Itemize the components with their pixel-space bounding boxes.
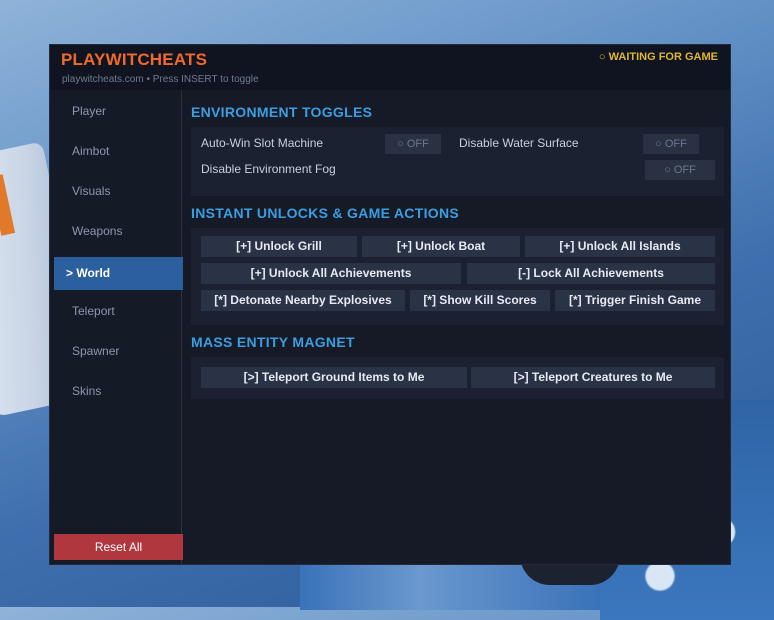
- teleport-creatures-button[interactable]: [>] Teleport Creatures to Me: [471, 367, 715, 388]
- toggle-label-water-surface: Disable Water Surface: [459, 136, 579, 150]
- unlock-all-achievements-button[interactable]: [+] Unlock All Achievements: [201, 263, 461, 284]
- section-title-unlocks: INSTANT UNLOCKS & GAME ACTIONS: [191, 205, 459, 221]
- section-title-environment: ENVIRONMENT TOGGLES: [191, 104, 373, 120]
- game-status: ○ WAITING FOR GAME: [598, 51, 718, 63]
- sidebar-item-player[interactable]: Player: [54, 95, 183, 128]
- unlock-all-islands-button[interactable]: [+] Unlock All Islands: [525, 236, 715, 257]
- sidebar-item-visuals[interactable]: Visuals: [54, 175, 183, 208]
- cheat-menu-window: PLAYWITCHEATS playwitcheats.com • Press …: [49, 44, 731, 565]
- toggle-environment-fog[interactable]: ○ OFF: [645, 160, 715, 180]
- teleport-ground-items-button[interactable]: [>] Teleport Ground Items to Me: [201, 367, 467, 388]
- sidebar-item-spawner[interactable]: Spawner: [54, 335, 183, 368]
- sidebar-item-teleport[interactable]: Teleport: [54, 295, 183, 328]
- sidebar-item-skins[interactable]: Skins: [54, 375, 183, 408]
- section-title-magnet: MASS ENTITY MAGNET: [191, 334, 355, 350]
- show-kill-scores-button[interactable]: [*] Show Kill Scores: [410, 290, 550, 311]
- sidebar-item-aimbot[interactable]: Aimbot: [54, 135, 183, 168]
- reset-all-button[interactable]: Reset All: [54, 534, 183, 560]
- brand-title: PLAYWITCHEATS: [61, 50, 208, 69]
- sidebar: Player Aimbot Visuals Weapons > World Te…: [50, 91, 183, 564]
- toggle-slot-machine[interactable]: ○ OFF: [385, 134, 441, 154]
- unlock-boat-button[interactable]: [+] Unlock Boat: [362, 236, 520, 257]
- toggle-hint: playwitcheats.com • Press INSERT to togg…: [62, 74, 259, 85]
- unlock-grill-button[interactable]: [+] Unlock Grill: [201, 236, 357, 257]
- toggle-label-slot-machine: Auto-Win Slot Machine: [201, 136, 324, 150]
- toggle-label-environment-fog: Disable Environment Fog: [201, 162, 336, 176]
- detonate-explosives-button[interactable]: [*] Detonate Nearby Explosives: [201, 290, 405, 311]
- sidebar-item-world[interactable]: > World: [54, 257, 183, 290]
- trigger-finish-game-button[interactable]: [*] Trigger Finish Game: [555, 290, 715, 311]
- magnet-box: [>] Teleport Ground Items to Me [>] Tele…: [191, 357, 724, 399]
- environment-toggles-box: Auto-Win Slot Machine ○ OFF Disable Wate…: [191, 127, 724, 196]
- unlocks-box: [+] Unlock Grill [+] Unlock Boat [+] Unl…: [191, 228, 724, 325]
- lock-all-achievements-button[interactable]: [-] Lock All Achievements: [467, 263, 715, 284]
- sidebar-item-weapons[interactable]: Weapons: [54, 215, 183, 248]
- menu-header[interactable]: PLAYWITCHEATS playwitcheats.com • Press …: [50, 45, 730, 90]
- toggle-water-surface[interactable]: ○ OFF: [643, 134, 699, 154]
